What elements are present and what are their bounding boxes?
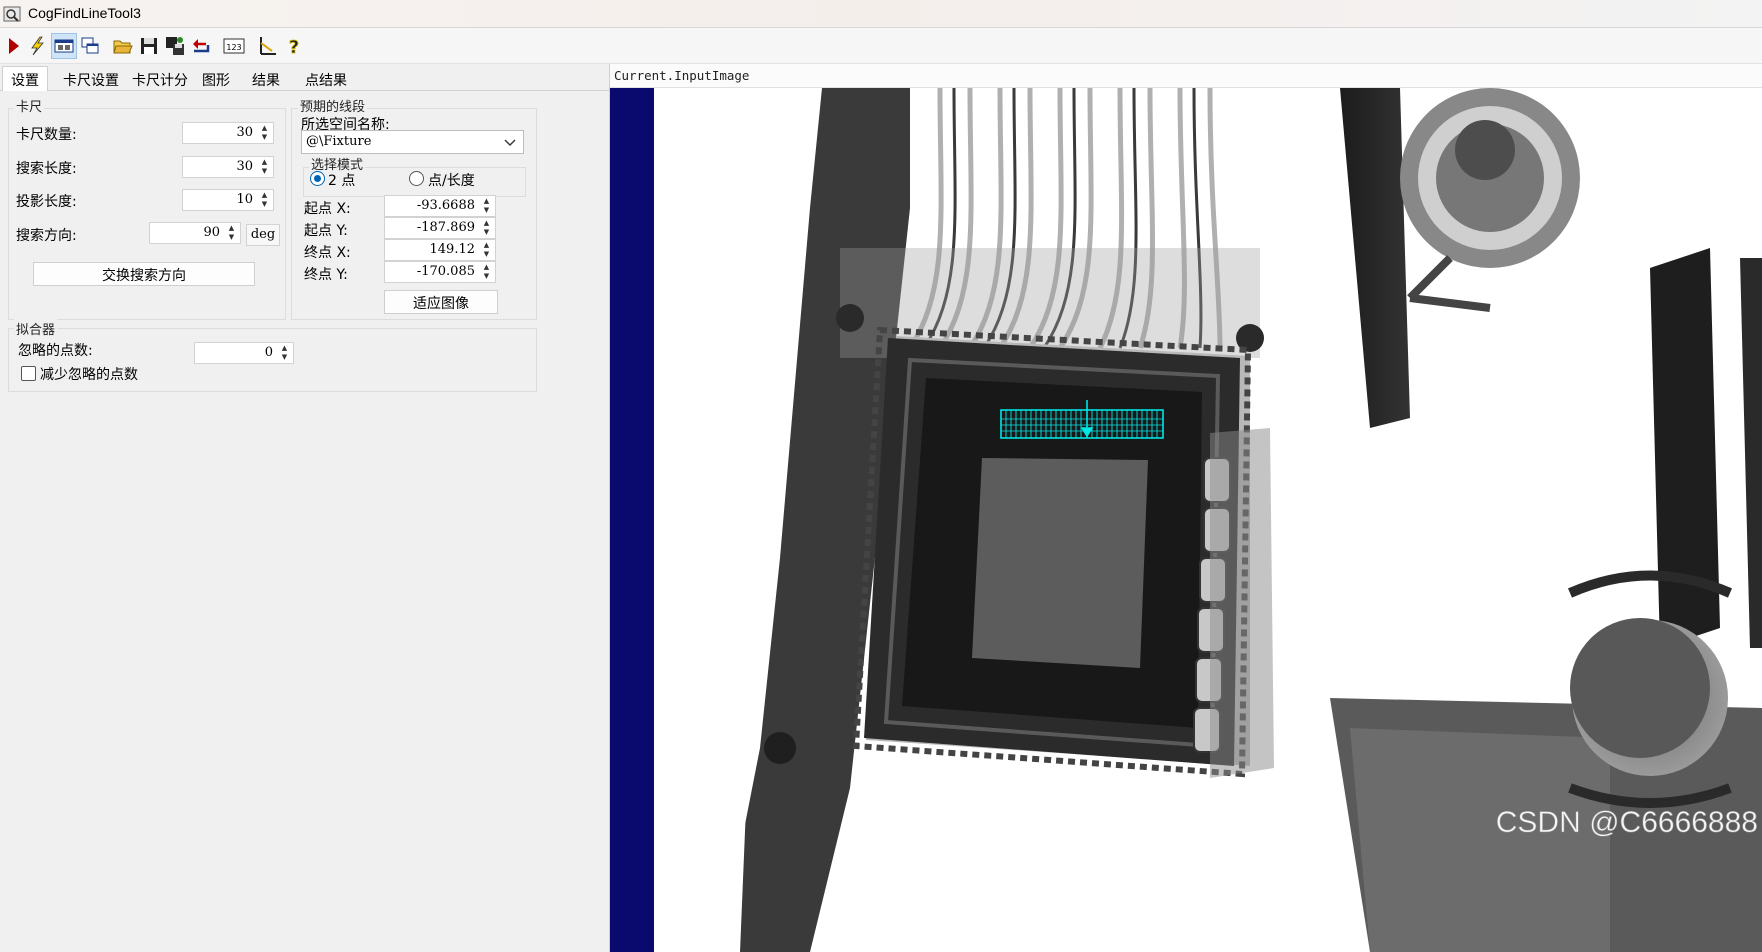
save-button[interactable] [136, 33, 162, 59]
end-x-label: 终点 X: [304, 245, 351, 261]
stepper-arrows-icon[interactable]: ▲ ▼ [479, 263, 494, 281]
stepper-arrows-icon[interactable]: ▲ ▼ [257, 158, 272, 176]
mode-two-point-label: 2 点 [328, 173, 356, 189]
tab-results[interactable]: 结果 [246, 67, 286, 91]
lightning-icon [31, 36, 44, 56]
caliper-count-stepper[interactable]: 30 ▲ ▼ [182, 122, 274, 144]
save-icon [141, 38, 157, 54]
float-window-button[interactable] [77, 33, 103, 59]
caliper-group-title: 卡尺 [14, 96, 45, 115]
projection-length-label: 投影长度: [16, 194, 77, 210]
start-y-label: 起点 Y: [304, 223, 348, 239]
end-x-stepper[interactable]: 149.12 ▲ ▼ [384, 239, 496, 261]
electric-button[interactable] [24, 33, 50, 59]
ignore-points-stepper[interactable]: 0 ▲ ▼ [194, 342, 294, 364]
tab-point-results[interactable]: 点结果 [296, 67, 356, 91]
app-icon [3, 6, 21, 22]
stepper-arrows-icon[interactable]: ▲ ▼ [257, 191, 272, 209]
start-x-stepper[interactable]: -93.6688 ▲ ▼ [384, 195, 496, 217]
projection-length-stepper[interactable]: 10 ▲ ▼ [182, 189, 274, 211]
start-y-stepper[interactable]: -187.869 ▲ ▼ [384, 217, 496, 239]
caliper-count-label: 卡尺数量: [16, 127, 77, 143]
reduce-ignored-checkbox[interactable] [21, 366, 36, 381]
reset-icon [193, 39, 210, 53]
ignore-points-label: 忽略的点数: [18, 343, 93, 359]
reduce-ignored-label: 减少忽略的点数 [40, 367, 138, 383]
ruler-icon [260, 37, 276, 55]
save-as-icon [166, 37, 184, 55]
search-direction-stepper[interactable]: 90 ▲ ▼ [149, 222, 241, 244]
direction-unit: deg [246, 224, 280, 246]
start-x-label: 起点 X: [304, 201, 351, 217]
space-name-select[interactable]: @\Fixture [301, 130, 524, 154]
tab-settings[interactable]: 设置 [2, 66, 48, 91]
tab-caliper-settings[interactable]: 卡尺设置 [58, 67, 124, 91]
end-y-label: 终点 Y: [304, 267, 348, 283]
stepper-arrows-icon[interactable]: ▲ ▼ [479, 241, 494, 259]
show-image-button[interactable] [51, 33, 77, 59]
image-display[interactable]: CSDN @C6666888 [610, 88, 1762, 952]
stepper-arrows-icon[interactable]: ▲ ▼ [257, 124, 272, 142]
tab-graphics[interactable]: 图形 [196, 67, 236, 91]
open-folder-icon [113, 40, 133, 54]
chevron-down-icon [504, 139, 516, 146]
help-icon: ? [288, 37, 299, 57]
run-icon [9, 38, 19, 54]
float-window-icon [81, 37, 99, 54]
stepper-arrows-icon[interactable]: ▲ ▼ [479, 219, 494, 237]
stepper-arrows-icon[interactable]: ▲ ▼ [277, 344, 292, 362]
expected-segment-title: 预期的线段 [298, 96, 368, 115]
search-length-label: 搜索长度: [16, 161, 77, 177]
stepper-arrows-icon[interactable]: ▲ ▼ [479, 197, 494, 215]
reset-button[interactable] [188, 33, 214, 59]
image-display-header: Current.InputImage [610, 64, 1762, 88]
title-bar: CogFindLineTool3 [0, 0, 1762, 28]
swap-direction-button[interactable]: 交换搜索方向 [33, 262, 255, 286]
mode-two-point-radio[interactable] [310, 171, 325, 186]
mode-point-length-label: 点/长度 [428, 173, 475, 189]
search-length-stepper[interactable]: 30 ▲ ▼ [182, 156, 274, 178]
svg-text:123: 123 [226, 43, 241, 52]
inspection-image: CSDN @C6666888 [610, 88, 1762, 952]
search-direction-label: 搜索方向: [16, 228, 77, 244]
end-y-stepper[interactable]: -170.085 ▲ ▼ [384, 261, 496, 283]
image-window-icon [54, 39, 74, 53]
run-button[interactable] [0, 33, 26, 59]
toolbar: 123 ? [0, 28, 1762, 64]
save-as-button[interactable] [162, 33, 188, 59]
watermark: CSDN @C6666888 [1496, 806, 1758, 839]
image-name-label: Current.InputImage [614, 68, 750, 83]
window-title: CogFindLineTool3 [28, 5, 141, 21]
svg-text:?: ? [289, 37, 299, 57]
tab-caliper-scoring[interactable]: 卡尺计分 [126, 67, 194, 91]
settings-panel: 设置 卡尺设置 卡尺计分 图形 结果 点结果 卡尺 卡尺数量: 30 ▲ ▼ 搜索… [0, 64, 610, 952]
mode-point-length-radio[interactable] [409, 171, 424, 186]
tab-bar: 设置 卡尺设置 卡尺计分 图形 结果 点结果 [0, 64, 610, 91]
fitter-group-title: 拟合器 [14, 319, 58, 338]
numeric-123-icon: 123 [223, 38, 245, 54]
help-button[interactable]: ? [281, 33, 307, 59]
numeric-button[interactable]: 123 [221, 33, 247, 59]
stepper-arrows-icon[interactable]: ▲ ▼ [224, 224, 239, 242]
tool-settings-button[interactable] [254, 33, 280, 59]
fit-image-button[interactable]: 适应图像 [384, 290, 498, 314]
open-button[interactable] [110, 33, 136, 59]
image-left-border [610, 88, 654, 952]
